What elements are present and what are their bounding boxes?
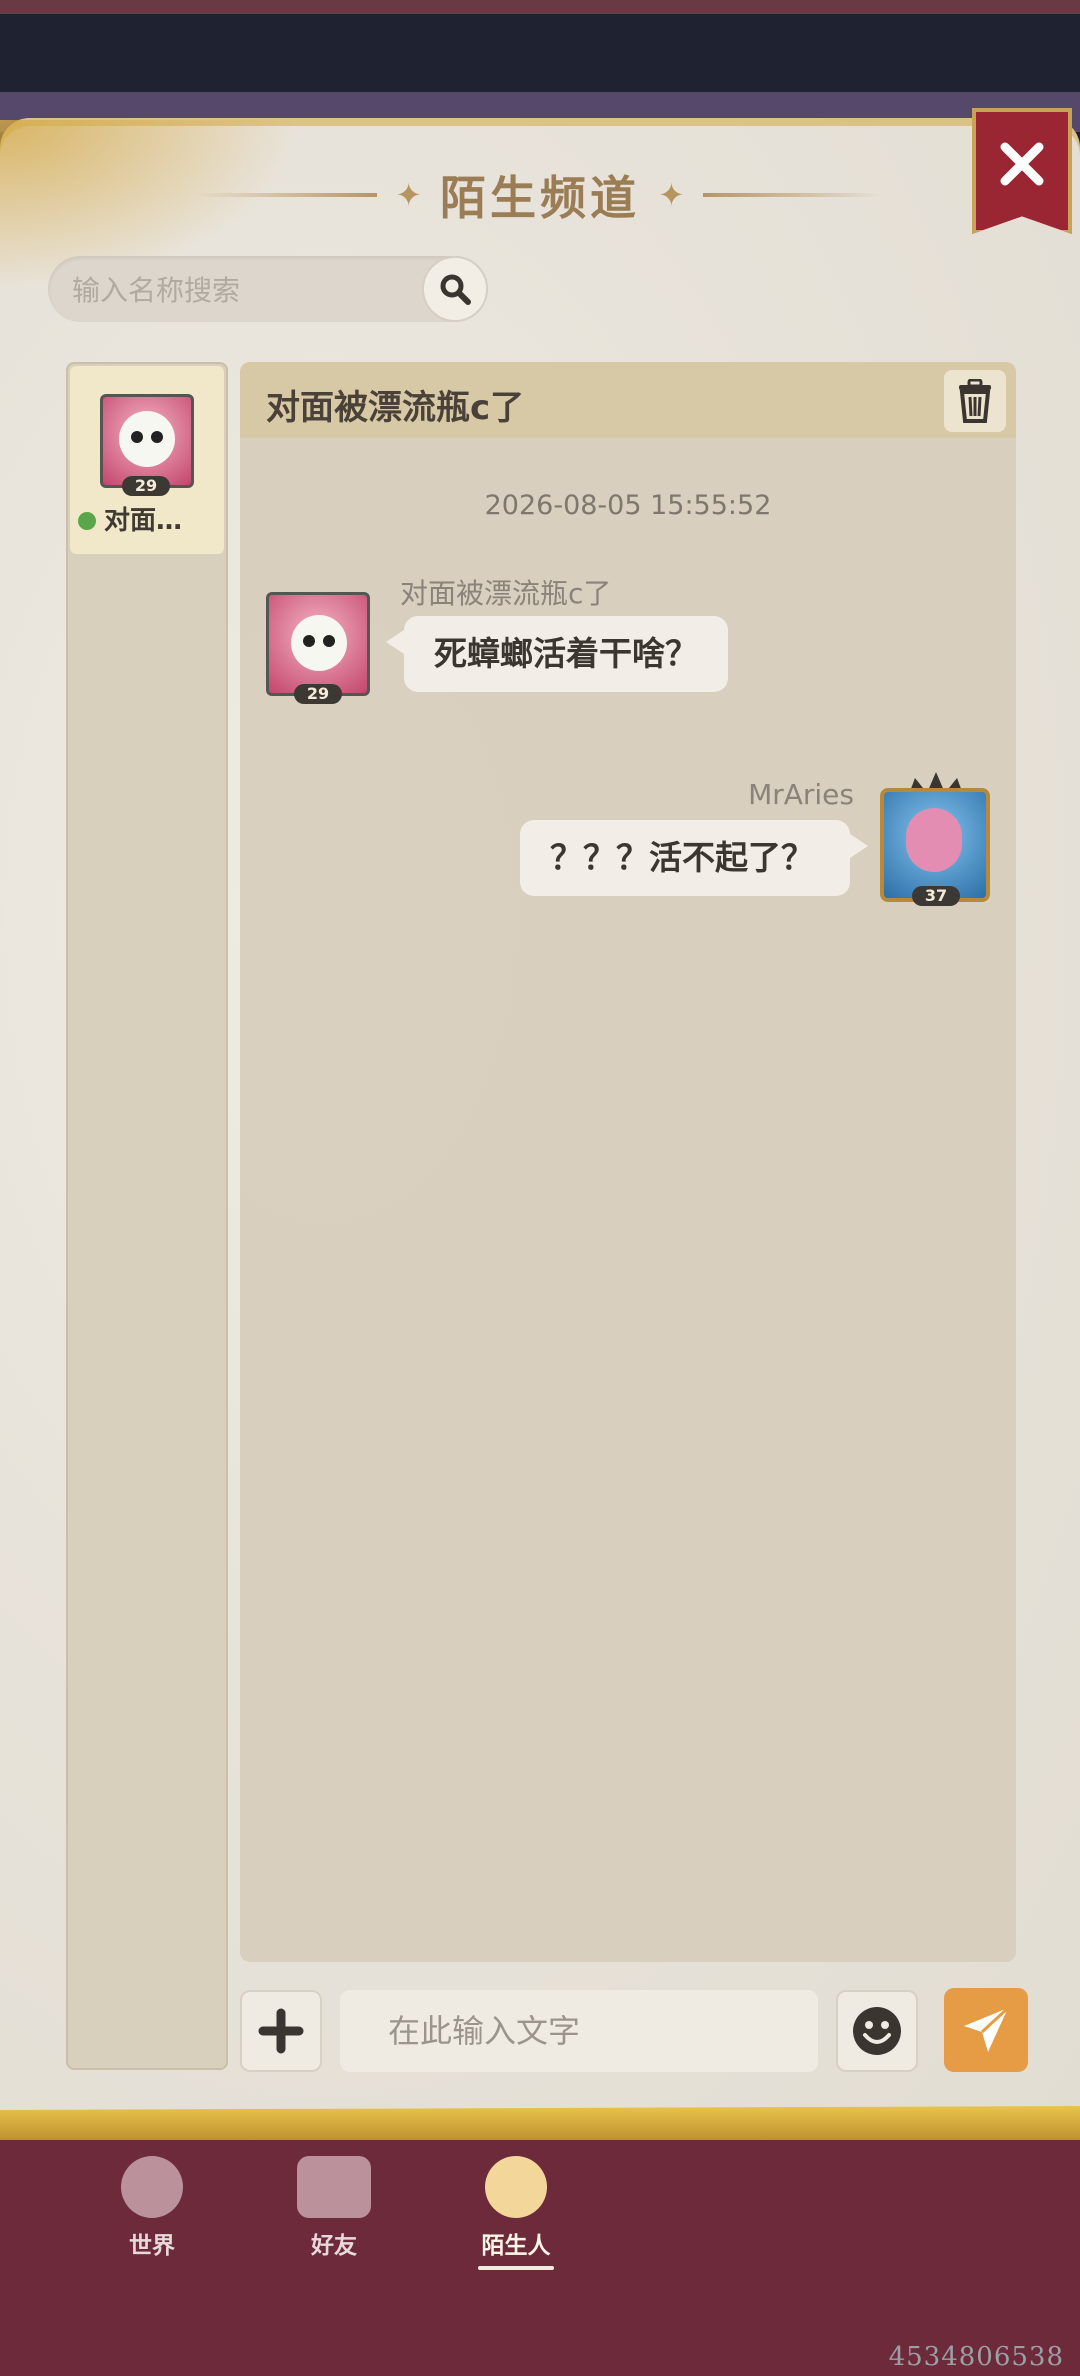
star-ornament-icon: ✦ [395,176,422,214]
search-button[interactable] [422,256,488,322]
panda-avatar-icon [291,615,347,671]
sender-level-badge: 29 [294,684,342,704]
my-sender-name: MrAries [748,778,854,811]
active-tab-indicator [478,2266,554,2270]
chat-title: 对面被漂流瓶c了 [266,388,525,428]
emoji-button[interactable] [836,1990,918,2072]
avatar [100,394,194,488]
my-message-bubble: ？？？活不起了？ [520,820,868,896]
contact-name: 对面… [104,506,183,536]
title-ornament-right [702,193,883,197]
watermark-id: 4534806538 [888,2342,1064,2372]
globe-icon [121,2156,183,2218]
attach-button[interactable] [240,1990,322,2072]
search-input[interactable] [70,256,454,324]
delete-chat-button[interactable] [944,370,1006,432]
tab-label: 陌生人 [481,2233,551,2259]
tab-label: 好友 [311,2233,357,2259]
title-ornament-left [197,193,378,197]
level-badge: 29 [122,476,170,496]
message-bubble: 死蟑螂活着干啥？ [386,616,728,692]
page-title: 陌生频道 [440,171,640,225]
message-input[interactable] [340,1990,818,2072]
tab-world[interactable]: 世界 [92,2156,212,2260]
tab-strangers[interactable]: 陌生人 [456,2156,576,2270]
emoji-icon [853,2007,901,2055]
contact-list [66,362,228,2070]
message-sender-name: 对面被漂流瓶c了 [400,577,612,610]
sender-avatar[interactable] [266,592,370,696]
title-row: ✦ 陌生频道 ✦ [0,160,1080,230]
my-avatar[interactable] [880,788,990,902]
search-icon [440,274,471,305]
hero-avatar-icon [906,808,962,872]
online-status-icon [78,512,96,530]
stranger-hat-icon [485,2156,547,2218]
plus-icon [258,2008,304,2054]
tab-label: 世界 [129,2233,175,2259]
send-button[interactable] [944,1988,1028,2072]
tab-friends[interactable]: 好友 [274,2156,394,2260]
star-ornament-icon: ✦ [658,176,685,214]
my-level-badge: 37 [912,886,960,906]
trash-icon [959,379,991,423]
message-timestamp: 2026-08-05 15:55:52 [484,490,772,521]
send-icon [964,2006,1010,2052]
panda-avatar-icon [119,411,175,467]
handshake-icon [297,2156,371,2218]
